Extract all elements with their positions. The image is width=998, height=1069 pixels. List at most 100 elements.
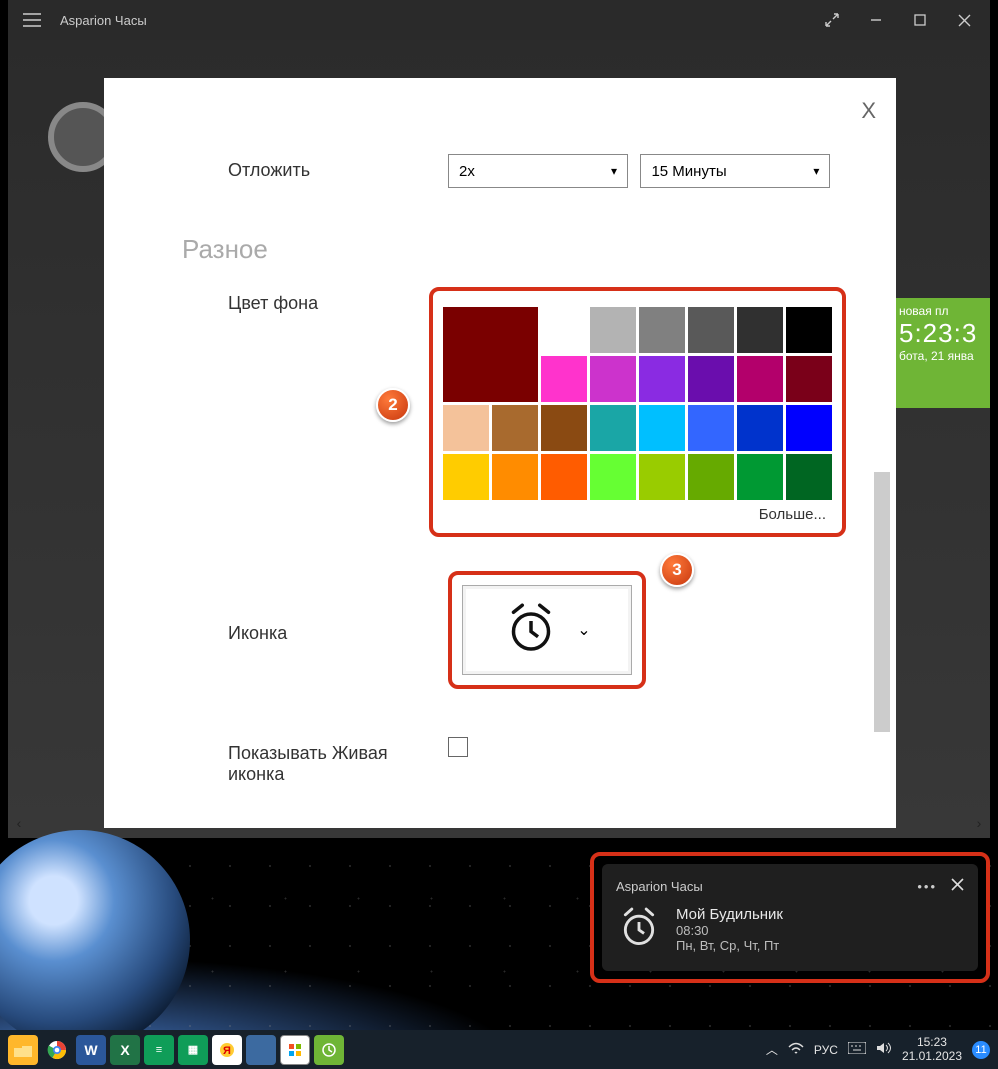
live-tile-label: Показывать Живая иконка <box>228 737 448 785</box>
chevron-down-icon: ▾ <box>611 164 617 178</box>
notification-close-icon[interactable] <box>951 878 964 894</box>
system-tray: ︿ РУС 15:23 21.01.2023 11 <box>766 1036 990 1064</box>
color-swatch[interactable] <box>639 454 685 500</box>
color-swatch[interactable] <box>443 405 489 451</box>
taskbar: W X ≡ ▦ Я ︿ РУС 15:23 21.01.2023 11 <box>0 1030 998 1069</box>
color-swatch[interactable] <box>590 356 636 402</box>
color-swatch[interactable] <box>492 405 538 451</box>
tray-date: 21.01.2023 <box>902 1050 962 1064</box>
tray-clock[interactable]: 15:23 21.01.2023 <box>902 1036 962 1064</box>
alarm-clock-icon <box>503 600 559 661</box>
dialog-scrollbar-thumb[interactable] <box>874 472 890 732</box>
color-swatch[interactable] <box>639 405 685 451</box>
snooze-count-select[interactable]: 2x ▾ <box>448 154 628 188</box>
tb-chrome-icon[interactable] <box>42 1035 72 1065</box>
close-button[interactable] <box>942 0 986 40</box>
tb-sheets-icon[interactable]: ▦ <box>178 1035 208 1065</box>
color-swatch[interactable] <box>737 405 783 451</box>
color-swatch[interactable] <box>492 454 538 500</box>
color-swatch[interactable] <box>541 307 587 353</box>
tile-date: бота, 21 янва <box>899 349 990 363</box>
snooze-row: Отложить 2x ▾ 15 Минуты ▾ <box>228 144 846 198</box>
notification-time: 08:30 <box>676 923 783 938</box>
notification-more-icon[interactable]: ••• <box>917 879 937 894</box>
app-window: Asparion Часы новая пл 5:23:3 бота, 21 я… <box>8 0 990 838</box>
minimize-button[interactable] <box>854 0 898 40</box>
tray-notification-count[interactable]: 11 <box>972 1041 990 1059</box>
scroll-right-icon[interactable]: › <box>970 814 988 832</box>
chevron-down-icon: ▾ <box>813 164 819 178</box>
color-swatch[interactable] <box>786 454 832 500</box>
tile-time: 5:23:3 <box>899 318 990 349</box>
tb-app-icon-1[interactable] <box>246 1035 276 1065</box>
snooze-count-value: 2x <box>459 163 475 180</box>
notification-app-name: Asparion Часы <box>616 879 703 894</box>
tray-keyboard-icon[interactable] <box>848 1042 866 1057</box>
color-swatch[interactable] <box>688 454 734 500</box>
live-tile-row: Показывать Живая иконка <box>228 727 846 795</box>
app-title: Asparion Часы <box>60 13 147 28</box>
tb-explorer-icon[interactable] <box>8 1035 38 1065</box>
tray-time: 15:23 <box>902 1036 962 1050</box>
chevron-down-icon: ⌄ <box>577 620 590 640</box>
icon-row: Иконка ⌄ <box>228 561 846 699</box>
section-misc-header: Разное <box>182 234 846 265</box>
titlebar: Asparion Часы <box>8 0 990 40</box>
color-grid <box>443 307 832 500</box>
live-tile-preview: новая пл 5:23:3 бота, 21 янва <box>895 298 990 408</box>
color-swatch[interactable] <box>541 454 587 500</box>
diagonal-arrows-icon[interactable] <box>810 0 854 40</box>
hamburger-menu[interactable] <box>12 0 52 40</box>
tb-store-icon[interactable] <box>280 1035 310 1065</box>
color-swatch[interactable] <box>590 307 636 353</box>
color-swatch[interactable] <box>541 405 587 451</box>
snooze-duration-value: 15 Минуты <box>651 163 726 180</box>
color-swatch[interactable] <box>786 307 832 353</box>
tray-wifi-icon[interactable] <box>788 1041 804 1058</box>
notification-title: Мой Будильник <box>676 906 783 923</box>
icon-label: Иконка <box>228 617 448 644</box>
tray-chevron-up-icon[interactable]: ︿ <box>766 1041 778 1058</box>
color-swatch[interactable] <box>639 307 685 353</box>
color-swatch[interactable] <box>786 356 832 402</box>
svg-text:Я: Я <box>223 1045 231 1057</box>
notification-days: Пн, Вт, Ср, Чт, Пт <box>676 938 783 953</box>
more-colors-link[interactable]: Больше... <box>443 500 832 523</box>
bgcolor-row: Цвет фона Больше... <box>228 277 846 547</box>
tray-volume-icon[interactable] <box>876 1041 892 1058</box>
color-swatch[interactable] <box>737 356 783 402</box>
color-swatch[interactable] <box>737 454 783 500</box>
color-swatch[interactable] <box>639 356 685 402</box>
tb-yandex-icon[interactable]: Я <box>212 1035 242 1065</box>
tb-docs-icon[interactable]: ≡ <box>144 1035 174 1065</box>
notification-toast[interactable]: Asparion Часы ••• Мой Будильник 08:30 Пн… <box>602 864 978 971</box>
color-swatch[interactable] <box>737 307 783 353</box>
color-swatch-selected[interactable] <box>443 307 538 402</box>
color-swatch[interactable] <box>688 405 734 451</box>
notification-frame: Asparion Часы ••• Мой Будильник 08:30 Пн… <box>590 852 990 983</box>
color-swatch[interactable] <box>443 454 489 500</box>
settings-dialog: X Отложить 2x ▾ 15 Минуты ▾ Разное <box>104 78 896 828</box>
snooze-duration-select[interactable]: 15 Минуты ▾ <box>640 154 830 188</box>
live-tile-checkbox[interactable] <box>448 737 468 757</box>
tray-language[interactable]: РУС <box>814 1043 838 1057</box>
icon-picker-frame: ⌄ <box>448 571 646 689</box>
tb-word-icon[interactable]: W <box>76 1035 106 1065</box>
snooze-label: Отложить <box>228 154 448 181</box>
color-swatch[interactable] <box>786 405 832 451</box>
color-picker-frame: Больше... <box>429 287 846 537</box>
color-swatch[interactable] <box>688 307 734 353</box>
scroll-left-icon[interactable]: ‹ <box>10 814 28 832</box>
bgcolor-label: Цвет фона <box>228 287 429 314</box>
color-swatch[interactable] <box>688 356 734 402</box>
color-swatch[interactable] <box>541 356 587 402</box>
alarm-clock-icon <box>616 904 662 955</box>
dialog-close-button[interactable]: X <box>861 98 876 124</box>
tb-asparion-icon[interactable] <box>314 1035 344 1065</box>
maximize-button[interactable] <box>898 0 942 40</box>
icon-select[interactable]: ⌄ <box>462 585 632 675</box>
color-swatch[interactable] <box>590 454 636 500</box>
tile-line1: новая пл <box>899 304 990 318</box>
tb-excel-icon[interactable]: X <box>110 1035 140 1065</box>
color-swatch[interactable] <box>590 405 636 451</box>
